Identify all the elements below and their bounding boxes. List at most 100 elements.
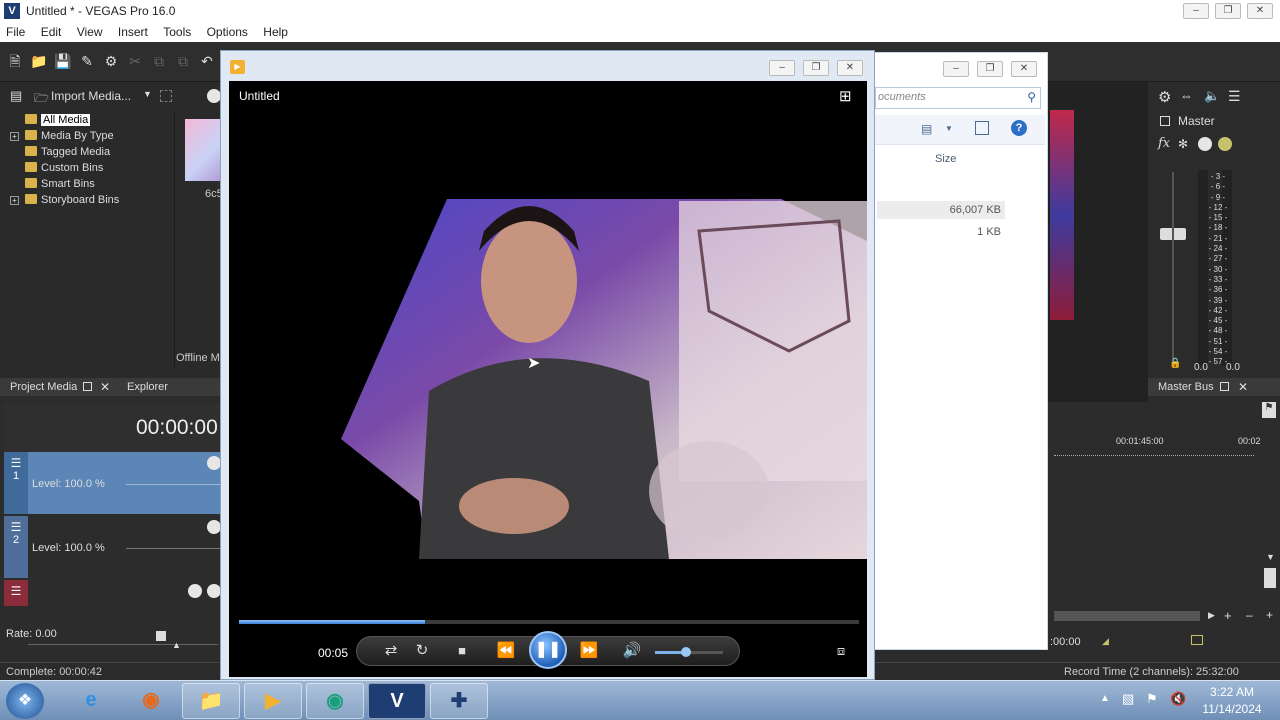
- expand-icon[interactable]: +: [10, 196, 19, 205]
- menu-view[interactable]: View: [75, 22, 105, 42]
- fx-plugin-2-icon[interactable]: [1218, 137, 1232, 151]
- horizontal-scrollbar[interactable]: [1054, 611, 1200, 621]
- fullscreen-icon[interactable]: ⧈: [829, 641, 853, 661]
- marker-icon[interactable]: ◢: [1102, 636, 1109, 647]
- save-icon[interactable]: 💾: [54, 52, 72, 70]
- track-2[interactable]: ☰ 2 Level: 100.0 %: [4, 516, 222, 578]
- view-options-icon[interactable]: ▤: [921, 122, 932, 136]
- vegas-tool-task-icon[interactable]: ✚: [430, 683, 488, 719]
- snap-icon[interactable]: ⚑: [1262, 402, 1276, 418]
- vegas-pro-task-icon[interactable]: V: [368, 683, 426, 719]
- master-bus-label[interactable]: Master Bus: [1158, 378, 1214, 396]
- menu-insert[interactable]: Insert: [116, 22, 150, 42]
- open-folder-icon[interactable]: 📁: [30, 52, 48, 70]
- expand-icon[interactable]: +: [10, 132, 19, 141]
- track-menu-icon[interactable]: ☰: [4, 584, 28, 598]
- level-slider[interactable]: [126, 484, 222, 485]
- track-menu-icon[interactable]: ☰: [4, 456, 28, 470]
- video-surface[interactable]: Untitled ⊞ ➤ 00:05 ⇄ ↻ ■ ⏪ ❚❚ ⏩ 🔊 ⧈: [229, 81, 867, 677]
- track-1[interactable]: ☰ 1 Level: 100.0 %: [4, 452, 222, 514]
- loop-region-icon[interactable]: [1191, 635, 1203, 645]
- explorer-search-input[interactable]: ocuments ⚲: [875, 87, 1041, 109]
- track-menu-icon[interactable]: ☰: [4, 520, 28, 534]
- rate-up-icon[interactable]: ▲: [172, 640, 181, 650]
- fx-icon[interactable]: fx: [1158, 136, 1170, 151]
- lock-icon[interactable]: 🔒: [1169, 358, 1181, 369]
- paste-icon[interactable]: ⧉: [174, 52, 192, 70]
- undo-icon[interactable]: ↶: [198, 52, 216, 70]
- player-maximize-button[interactable]: ❐: [803, 60, 829, 76]
- rate-slider-handle[interactable]: [156, 631, 166, 641]
- tree-item-storyboard-bins[interactable]: + Storyboard Bins: [10, 192, 119, 208]
- firefox-icon[interactable]: ◉: [122, 683, 180, 719]
- help-icon[interactable]: ?: [1011, 120, 1027, 136]
- stop-icon[interactable]: ■: [450, 641, 474, 661]
- rate-slider-track[interactable]: [28, 644, 218, 645]
- start-button[interactable]: ❖: [6, 683, 44, 719]
- fx-plugin-icon[interactable]: [1198, 137, 1212, 151]
- volume-slider-handle[interactable]: [680, 647, 691, 657]
- import-media-button[interactable]: Import Media...: [51, 89, 131, 103]
- minimize-button[interactable]: –: [1183, 3, 1209, 19]
- tab-float-icon[interactable]: [1220, 382, 1229, 391]
- master-expand-icon[interactable]: ⇔: [1180, 88, 1193, 103]
- master-settings-gear-icon[interactable]: ⚙: [1158, 88, 1171, 106]
- tree-item-smart-bins[interactable]: Smart Bins: [10, 176, 119, 192]
- track-3[interactable]: ☰: [4, 580, 222, 606]
- view-chevron-down-icon[interactable]: ▼: [945, 124, 953, 133]
- player-minimize-button[interactable]: –: [769, 60, 795, 76]
- zoom-out-icon[interactable]: –: [1246, 608, 1253, 622]
- repeat-icon[interactable]: ↻: [410, 641, 434, 661]
- preview-pane-icon[interactable]: [975, 121, 989, 135]
- close-button[interactable]: ✕: [1247, 3, 1273, 19]
- master-mixer-icon[interactable]: ☰: [1228, 88, 1241, 105]
- cut-icon[interactable]: ✂: [126, 52, 144, 70]
- menu-options[interactable]: Options: [205, 22, 250, 42]
- master-speaker-icon[interactable]: 🔈: [1204, 88, 1220, 104]
- file-explorer-icon[interactable]: 📁: [182, 683, 240, 719]
- tab-close-icon[interactable]: ✕: [1238, 378, 1248, 396]
- capture-icon[interactable]: [160, 90, 172, 102]
- taskbar-date[interactable]: 11/14/2024: [1200, 702, 1264, 716]
- tree-item-media-by-type[interactable]: + Media By Type: [10, 128, 119, 144]
- menu-help[interactable]: Help: [261, 22, 290, 42]
- fader-track[interactable]: [1172, 172, 1174, 362]
- new-file-icon[interactable]: 🗎: [6, 52, 24, 70]
- menu-file[interactable]: File: [4, 22, 27, 42]
- track-fx-icon[interactable]: [188, 584, 202, 598]
- internet-explorer-icon[interactable]: e: [62, 683, 120, 719]
- tray-device-icon[interactable]: ▧: [1122, 691, 1134, 707]
- tab-float-icon[interactable]: [83, 382, 92, 391]
- explorer-close-button[interactable]: ✕: [1011, 61, 1037, 77]
- tab-explorer[interactable]: Explorer: [127, 378, 168, 396]
- zoom-reset-icon[interactable]: +: [1266, 608, 1273, 622]
- level-slider[interactable]: [126, 548, 222, 549]
- explorer-maximize-button[interactable]: ❐: [977, 61, 1003, 77]
- timeline-ruler[interactable]: [1054, 448, 1254, 456]
- shuffle-icon[interactable]: ⇄: [379, 641, 403, 661]
- view-list-icon[interactable]: ▤: [10, 88, 26, 104]
- track-fx-icon[interactable]: [207, 520, 221, 534]
- tab-project-media[interactable]: Project Media: [10, 378, 77, 396]
- vertical-scroll-thumb[interactable]: [1264, 568, 1276, 588]
- import-media-icon[interactable]: 🗁: [34, 89, 49, 105]
- track-fx-icon[interactable]: [207, 584, 221, 598]
- master-checkbox[interactable]: [1160, 116, 1170, 126]
- file-size-cell[interactable]: 1 KB: [877, 223, 1005, 241]
- tray-expand-icon[interactable]: ▲: [1100, 693, 1110, 704]
- player-close-button[interactable]: ✕: [837, 60, 863, 76]
- next-icon[interactable]: ⏩: [577, 641, 601, 661]
- tab-close-icon[interactable]: ✕: [100, 378, 110, 396]
- copy-icon[interactable]: ⧉: [150, 52, 168, 70]
- size-column-header[interactable]: Size: [935, 153, 956, 165]
- menu-edit[interactable]: Edit: [39, 22, 64, 42]
- explorer-minimize-button[interactable]: –: [943, 61, 969, 77]
- fx-chain-icon[interactable]: ✻: [1178, 137, 1188, 151]
- tree-item-tagged-media[interactable]: Tagged Media: [10, 144, 119, 160]
- tree-item-custom-bins[interactable]: Custom Bins: [10, 160, 119, 176]
- render-icon[interactable]: ✎: [78, 52, 96, 70]
- track-fx-icon[interactable]: [207, 456, 221, 470]
- maximize-button[interactable]: ❐: [1215, 3, 1241, 19]
- import-dropdown-chevron-icon[interactable]: ▼: [143, 89, 152, 99]
- media-fx-icon[interactable]: [207, 89, 221, 103]
